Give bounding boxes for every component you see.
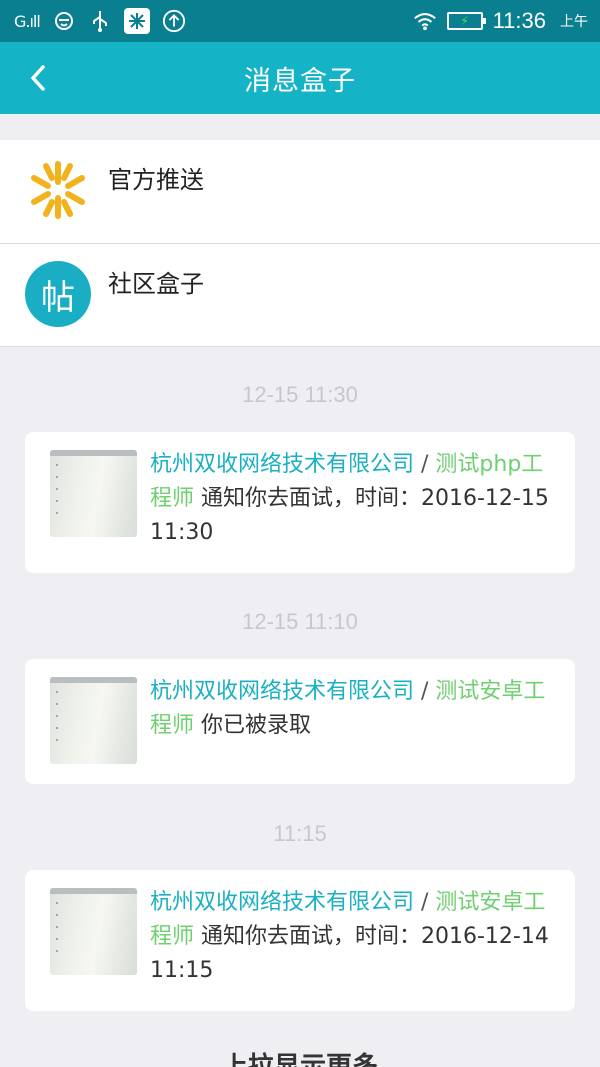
message-card[interactable]: 杭州双收网络技术有限公司 / 测试安卓工程师 通知你去面试，时间：2016-12…: [25, 870, 575, 1011]
company-link[interactable]: 杭州双收网络技术有限公司: [150, 452, 414, 477]
message-timestamp: 11:15: [273, 821, 327, 846]
separator: /: [414, 890, 436, 915]
message-body: 你已被录取: [194, 713, 312, 738]
message-body: 通知你去面试，时间：2016-12-15 11:30: [150, 486, 549, 545]
clock-ampm: 上午: [560, 14, 588, 30]
nav-bar: 消息盒子: [0, 42, 600, 114]
entry-community-box[interactable]: 帖 社区盒子: [0, 243, 600, 346]
message-text: 杭州双收网络技术有限公司 / 测试安卓工程师 通知你去面试，时间：2016-12…: [150, 886, 551, 988]
page-title: 消息盒子: [244, 65, 356, 97]
message-timestamp: 12-15 11:10: [242, 609, 358, 634]
message-card[interactable]: 杭州双收网络技术有限公司 / 测试php工程师 通知你去面试，时间：2016-1…: [25, 432, 575, 573]
message-card[interactable]: 杭州双收网络技术有限公司 / 测试安卓工程师 你已被录取: [25, 659, 575, 784]
separator: /: [414, 679, 436, 704]
app-icon: [52, 9, 76, 33]
company-link[interactable]: 杭州双收网络技术有限公司: [150, 679, 414, 704]
message-thumbnail: [50, 677, 137, 764]
chevron-left-icon: [31, 65, 45, 91]
usb-icon: [88, 9, 112, 33]
message-timestamp: 12-15 11:30: [242, 382, 358, 407]
status-bar: G.ıll ⚡ 11:36 上午: [0, 0, 600, 42]
post-badge-container: 帖: [24, 260, 92, 328]
pull-to-load-more[interactable]: 上拉显示更多: [0, 1046, 600, 1067]
message-category-list: 官方推送 帖 社区盒子: [0, 140, 600, 347]
snowflake-icon: [123, 8, 150, 34]
company-link[interactable]: 杭州双收网络技术有限公司: [150, 890, 414, 915]
message-body: 通知你去面试，时间：2016-12-14 11:15: [150, 924, 549, 983]
message-thumbnail: [50, 450, 137, 537]
message-text: 杭州双收网络技术有限公司 / 测试安卓工程师 你已被录取: [150, 675, 551, 743]
post-badge-icon: 帖: [25, 261, 91, 327]
upload-icon: [162, 9, 186, 33]
official-logo-icon: [24, 156, 92, 224]
separator: /: [414, 452, 436, 477]
message-text: 杭州双收网络技术有限公司 / 测试php工程师 通知你去面试，时间：2016-1…: [150, 448, 551, 550]
message-thumbnail: [50, 888, 137, 975]
battery-icon: ⚡: [446, 12, 486, 30]
wifi-icon: [413, 9, 437, 33]
entry-label: 官方推送: [108, 166, 204, 194]
back-button[interactable]: [20, 60, 56, 96]
entry-official-push[interactable]: 官方推送: [0, 140, 600, 243]
signal-icon: G.ıll: [14, 11, 41, 31]
clock-time: 11:36: [492, 8, 546, 33]
entry-label: 社区盒子: [108, 270, 204, 298]
